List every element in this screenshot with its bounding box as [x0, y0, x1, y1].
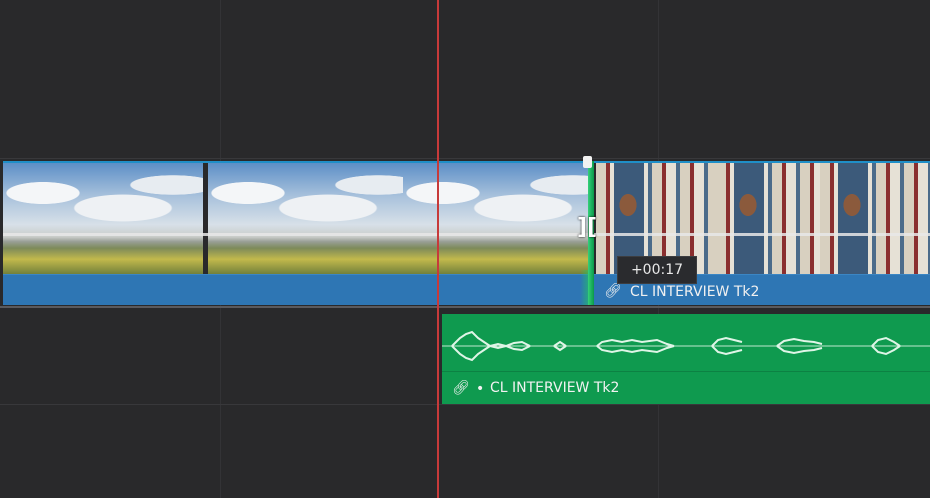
link-icon: 🔗︎: [452, 380, 470, 396]
clip-thumbnails: [3, 163, 588, 275]
thumbnail-frame: [403, 163, 588, 275]
thumbnail-frame: [716, 163, 836, 275]
edit-point-handle[interactable]: [583, 156, 592, 168]
thumbnail-frame: [820, 163, 930, 275]
audio-waveform: [442, 330, 930, 362]
clip-name-bar: [3, 274, 588, 305]
track-separator: [0, 306, 930, 308]
audio-marker: •: [476, 381, 485, 397]
trim-cursor-icon: ][: [577, 215, 598, 240]
thumbnail-frame: [208, 163, 408, 275]
edit-timeline[interactable]: 🔗︎ CL INTERVIEW Tk2 ][ +00:17 🔗︎ • CL IN…: [0, 0, 930, 498]
clip-name-label: CL INTERVIEW Tk2: [630, 284, 760, 300]
link-icon: 🔗︎: [604, 283, 622, 299]
grid-line: [0, 158, 930, 159]
thumbnail-frame: [3, 163, 203, 275]
trim-offset-tooltip: +00:17: [617, 256, 697, 284]
audio-clip-divider: [442, 371, 930, 372]
clip-volume-line[interactable]: [594, 233, 930, 236]
grid-line: [0, 404, 930, 405]
clip-volume-line[interactable]: [3, 233, 588, 236]
playhead[interactable]: [437, 0, 439, 498]
clip-name-label: CL INTERVIEW Tk2: [490, 380, 620, 396]
audio-clip-interview[interactable]: 🔗︎ • CL INTERVIEW Tk2: [442, 314, 930, 404]
video-clip-landscape[interactable]: [3, 161, 588, 305]
